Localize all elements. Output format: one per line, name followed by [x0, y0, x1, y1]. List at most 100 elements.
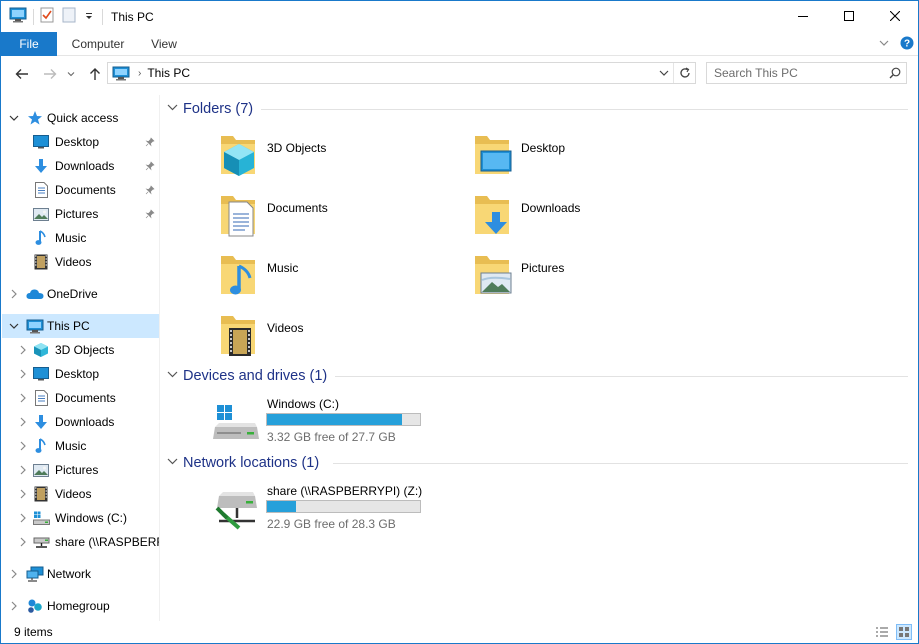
tab-file[interactable]: File [1, 31, 57, 56]
nav-item-videos-pc[interactable]: Videos [2, 482, 159, 506]
pin-icon[interactable] [144, 154, 156, 178]
drive-tile-windows-c[interactable]: Windows (C:) 3.32 GB free of 27.7 GB [161, 397, 461, 447]
chevron-right-icon[interactable] [16, 434, 30, 458]
chevron-down-icon[interactable] [7, 314, 21, 338]
nav-item-pictures[interactable]: Pictures [2, 458, 159, 482]
nav-item-homegroup[interactable]: Homegroup [2, 594, 159, 618]
group-network-header[interactable]: Network locations (1) [161, 452, 918, 474]
forward-button[interactable] [40, 64, 60, 84]
pin-icon[interactable] [144, 178, 156, 202]
content-pane: Folders (7) 3D Objects Desktop Documents… [161, 95, 918, 621]
folder-tile-downloads[interactable]: Downloads [415, 190, 665, 246]
group-title: Network locations (1) [183, 455, 320, 471]
nav-item-videos[interactable]: Videos [2, 250, 159, 274]
breadcrumb-chevron-icon[interactable]: › [138, 68, 141, 79]
chevron-right-icon[interactable] [7, 594, 21, 618]
folder-tile-pictures[interactable]: Pictures [415, 250, 665, 306]
folder-pictures-icon [475, 256, 512, 294]
nav-item-music-pc[interactable]: Music [2, 434, 159, 458]
chevron-right-icon[interactable] [16, 530, 30, 554]
nav-item-quick-access[interactable]: Quick access [2, 106, 159, 130]
desktop-icon [32, 362, 50, 386]
nav-item-windows-c[interactable]: Windows (C:) [2, 506, 159, 530]
breadcrumb-this-pc[interactable]: This PC [147, 66, 190, 80]
nav-item-pictures-pinned[interactable]: Pictures [2, 202, 159, 226]
expand-ribbon-button[interactable] [878, 37, 890, 52]
folder-label: Music [267, 261, 299, 275]
search-box[interactable]: Search This PC [706, 62, 907, 84]
nav-item-downloads-pinned[interactable]: Downloads [2, 154, 159, 178]
close-button[interactable] [872, 1, 918, 32]
folder-tile-3d-objects[interactable]: 3D Objects [161, 130, 411, 186]
nav-item-this-pc[interactable]: This PC [2, 314, 159, 338]
nav-item-documents-pinned[interactable]: Documents [2, 178, 159, 202]
folder-tile-documents[interactable]: Documents [161, 190, 411, 246]
new-folder-icon[interactable] [62, 7, 76, 26]
nav-item-desktop[interactable]: Desktop [2, 362, 159, 386]
minimize-button[interactable] [780, 1, 826, 32]
folder-music-icon [221, 256, 255, 295]
address-bar[interactable]: › This PC [107, 62, 696, 84]
folder-tile-videos[interactable]: Videos [161, 310, 411, 366]
nav-item-3d-objects[interactable]: 3D Objects [2, 338, 159, 362]
nav-label: 3D Objects [55, 343, 115, 357]
pin-icon[interactable] [144, 130, 156, 154]
recent-locations-button[interactable] [64, 64, 78, 84]
ribbon-right-controls: ? [878, 32, 914, 56]
chevron-right-icon[interactable] [16, 362, 30, 386]
nav-item-music[interactable]: Music [2, 226, 159, 250]
customize-toolbar-icon[interactable] [84, 10, 94, 24]
chevron-right-icon[interactable] [16, 482, 30, 506]
nav-label: Pictures [55, 463, 99, 477]
video-icon [32, 250, 50, 274]
chevron-down-icon[interactable] [167, 457, 178, 466]
chevron-right-icon[interactable] [16, 458, 30, 482]
chevron-right-icon[interactable] [16, 410, 30, 434]
nav-item-downloads[interactable]: Downloads [2, 410, 159, 434]
address-history-button[interactable] [655, 63, 673, 83]
computer-icon[interactable] [9, 7, 27, 26]
refresh-button[interactable] [673, 63, 695, 83]
chevron-down-icon[interactable] [7, 106, 21, 130]
nav-item-share-z[interactable]: share (\\RASPBERRYPI) (Z:) [2, 530, 159, 554]
nav-item-network[interactable]: Network [2, 562, 159, 586]
pin-icon[interactable] [144, 202, 156, 226]
chevron-right-icon[interactable] [16, 338, 30, 362]
nav-item-desktop-pinned[interactable]: Desktop [2, 130, 159, 154]
folder-tile-desktop[interactable]: Desktop [415, 130, 665, 186]
maximize-button[interactable] [826, 1, 872, 32]
search-icon[interactable] [884, 67, 906, 79]
details-view-icon [876, 627, 888, 637]
drive-usage-bar [266, 413, 421, 426]
refresh-icon [679, 67, 690, 78]
chevron-right-icon[interactable] [7, 282, 21, 306]
nav-label: Network [47, 567, 92, 581]
chevron-down-icon[interactable] [167, 370, 178, 379]
folder-desktop-icon [475, 136, 512, 174]
chevron-down-icon[interactable] [167, 103, 178, 112]
nav-item-documents[interactable]: Documents [2, 386, 159, 410]
help-button[interactable]: ? [900, 36, 914, 53]
large-icons-view-button[interactable] [896, 624, 912, 640]
chevron-right-icon[interactable] [16, 386, 30, 410]
drive-tile-share-z[interactable]: share (\\RASPBERRYPI) (Z:) 22.9 GB free … [161, 484, 461, 534]
cloud-icon [26, 282, 44, 306]
drive-free-space: 3.32 GB free of 27.7 GB [267, 430, 396, 444]
drive-name: Windows (C:) [267, 397, 340, 411]
group-devices-header[interactable]: Devices and drives (1) [161, 365, 918, 387]
window-controls [780, 1, 918, 32]
group-divider [261, 109, 908, 110]
tab-view[interactable]: View [139, 32, 189, 56]
search-input[interactable]: Search This PC [714, 66, 884, 80]
chevron-right-icon[interactable] [7, 562, 21, 586]
up-button[interactable] [85, 64, 105, 84]
details-view-button[interactable] [874, 624, 890, 640]
group-folders-header[interactable]: Folders (7) [161, 98, 918, 120]
folder-tile-music[interactable]: Music [161, 250, 411, 306]
chevron-right-icon[interactable] [16, 506, 30, 530]
tab-computer[interactable]: Computer [57, 32, 139, 56]
properties-icon[interactable] [40, 7, 54, 26]
back-button[interactable] [12, 64, 32, 84]
nav-item-onedrive[interactable]: OneDrive [2, 282, 159, 306]
nav-label: Pictures [55, 207, 99, 221]
